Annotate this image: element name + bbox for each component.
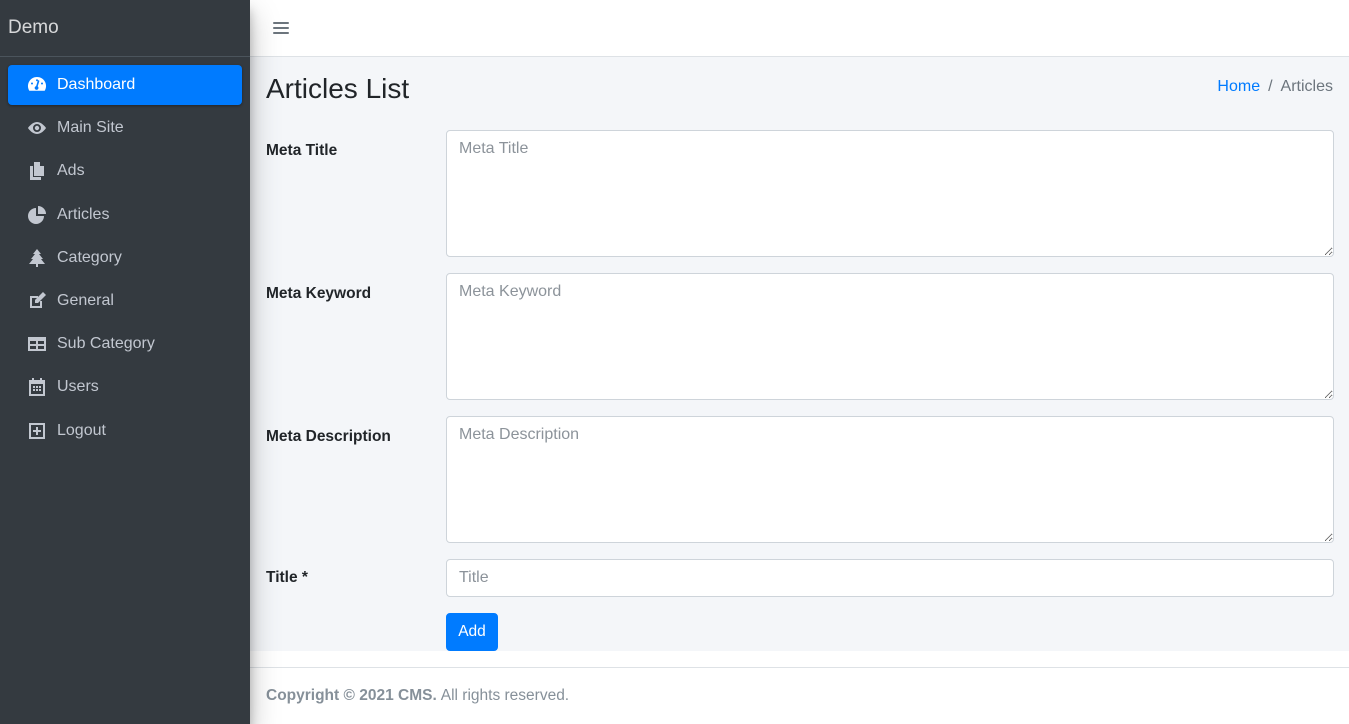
sidebar-item-label: Ads: [57, 162, 85, 180]
page-title: Articles List: [266, 73, 410, 104]
meta-description-field[interactable]: [446, 416, 1334, 543]
sidebar-item-label: General: [57, 291, 114, 309]
footer-rights: All rights reserved.: [440, 687, 570, 704]
sidebar-item-logout[interactable]: Logout: [8, 411, 242, 451]
sidebar-nav: Dashboard Main Site Ads Articles Categor…: [0, 57, 250, 451]
meta-keyword-label: Meta Keyword: [266, 285, 372, 302]
sidebar-item-label: Main Site: [57, 119, 124, 137]
footer-copyright: Copyright © 2021 CMS.: [266, 687, 437, 704]
sidebar-item-label: Category: [57, 248, 122, 266]
tree-icon: [27, 248, 47, 268]
meta-keyword-field[interactable]: [446, 273, 1334, 400]
sidebar-item-ads[interactable]: Ads: [8, 151, 242, 191]
sidebar-item-label: Logout: [57, 421, 106, 439]
sidebar-item-sub-category[interactable]: Sub Category: [8, 324, 242, 364]
sidebar-item-main-site[interactable]: Main Site: [8, 108, 242, 148]
edit-icon: [27, 291, 47, 311]
sidebar-item-label: Sub Category: [57, 335, 155, 353]
sidebar-item-dashboard[interactable]: Dashboard: [8, 65, 242, 105]
brand[interactable]: Demo: [0, 0, 250, 57]
tachometer-icon: [27, 75, 47, 95]
title-input[interactable]: [446, 559, 1334, 597]
sidebar: Demo Dashboard Main Site Ads Articles Ca…: [0, 0, 250, 724]
brand-name[interactable]: Demo: [8, 17, 59, 39]
breadcrumb: Home / Articles: [1217, 78, 1333, 96]
bars-icon[interactable]: [273, 21, 289, 35]
breadcrumb-separator: /: [1268, 78, 1273, 95]
meta-title-label: Meta Title: [266, 142, 338, 159]
eye-icon: [27, 118, 47, 138]
table-icon: [27, 334, 47, 354]
sidebar-item-label: Dashboard: [57, 76, 136, 93]
breadcrumb-home-link[interactable]: Home: [1217, 78, 1260, 96]
add-button[interactable]: Add: [446, 613, 498, 651]
main-content: Articles List Home / Articles Meta Title…: [250, 57, 1349, 651]
meta-description-label: Meta Description: [266, 428, 391, 445]
sidebar-item-general[interactable]: General: [8, 281, 242, 321]
sidebar-item-users[interactable]: Users: [8, 367, 242, 407]
sidebar-item-label: Articles: [57, 205, 110, 223]
calendar-icon: [27, 377, 47, 397]
content-footer-gap: [250, 651, 1349, 667]
chart-pie-icon: [27, 205, 47, 225]
sidebar-item-label: Users: [57, 378, 99, 396]
title-label: Title *: [266, 569, 308, 586]
footer: Copyright © 2021 CMS. All rights reserve…: [250, 667, 1349, 724]
sidebar-item-articles[interactable]: Articles: [8, 195, 242, 235]
top-navbar: [250, 0, 1349, 57]
meta-title-field[interactable]: [446, 130, 1334, 257]
plus-square-icon: [27, 421, 47, 441]
breadcrumb-current: Articles: [1280, 78, 1333, 95]
copy-icon: [27, 161, 47, 181]
sidebar-item-category[interactable]: Category: [8, 238, 242, 278]
